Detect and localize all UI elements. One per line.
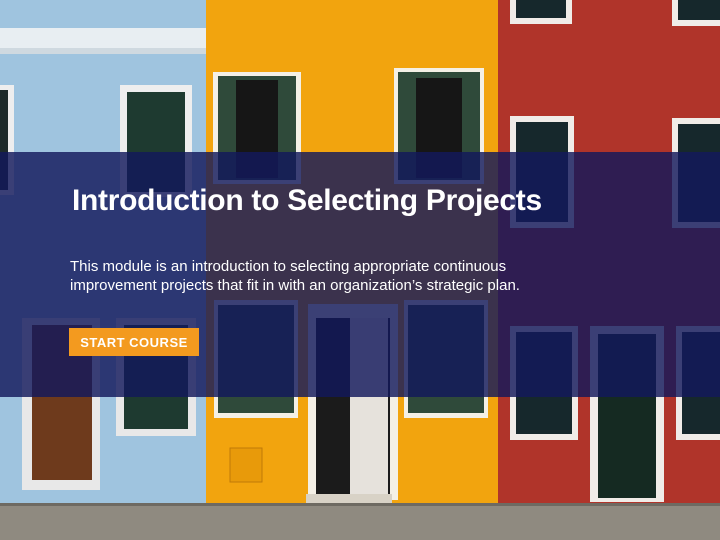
start-course-button[interactable]: START COURSE: [69, 328, 199, 356]
course-title: Introduction to Selecting Projects: [72, 184, 542, 217]
course-description: This module is an introduction to select…: [70, 258, 520, 294]
